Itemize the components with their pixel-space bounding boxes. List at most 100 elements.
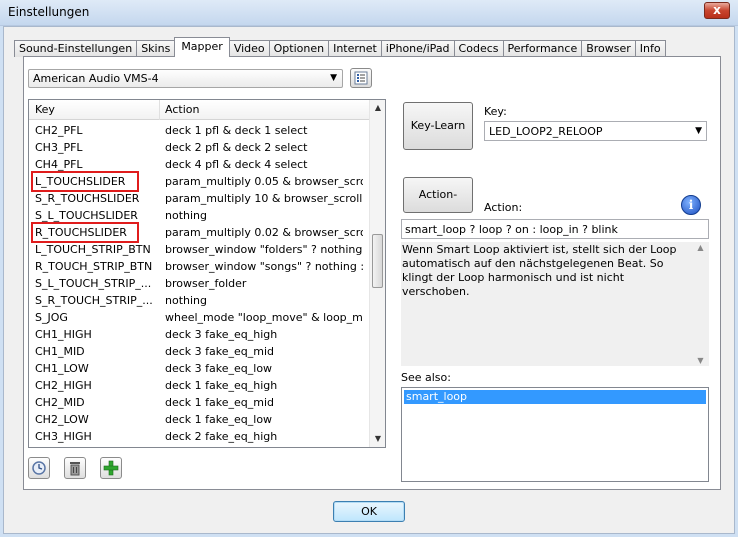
tab-optionen[interactable]: Optionen [268,40,330,57]
title-bar: Einstellungen x [0,0,738,26]
row-key: S_L_TOUCHSLIDER [35,209,138,222]
table-row[interactable]: S_R_TOUCH_STRIP_... nothing [29,292,371,309]
column-header-key[interactable]: Key [35,103,55,116]
reset-mapping-button[interactable] [28,457,50,479]
action-label: Action: [484,201,523,214]
tab-strip: Sound-Einstellungen Skins Mapper Video O… [14,37,666,57]
table-row[interactable]: R_TOUCH_STRIP_BTN browser_window "songs" … [29,258,371,275]
info-icon[interactable]: i [681,195,701,215]
action-input-value: smart_loop ? loop ? on : loop_in ? blink [405,223,618,236]
scrollbar-thumb[interactable] [372,234,383,288]
row-key: S_R_TOUCHSLIDER [35,192,140,205]
device-options-button[interactable] [350,68,372,88]
table-row[interactable]: S_R_TOUCHSLIDER param_multiply 10 & brows… [29,190,371,207]
scroll-down-icon[interactable]: ▼ [370,431,385,447]
tab-video[interactable]: Video [228,40,270,57]
mapping-table[interactable]: Key Action CH2_PFL deck 1 pfl & deck 1 se… [28,99,386,448]
description-scrollbar[interactable]: ▲ ▼ [693,243,708,365]
device-select[interactable]: American Audio VMS-4 ▼ [28,69,343,88]
tab-performance[interactable]: Performance [502,40,583,57]
see-also-label: See also: [401,371,451,384]
row-action: deck 3 fake_eq_low [165,362,273,375]
row-action: browser_folder [165,277,247,290]
table-row[interactable]: CH3_PFL deck 2 pfl & deck 2 select [29,139,371,156]
table-row[interactable]: CH2_PFL deck 1 pfl & deck 1 select [29,122,371,139]
table-row[interactable]: CH2_LOW deck 1 fake_eq_low [29,411,371,428]
scroll-up-icon[interactable]: ▲ [693,243,708,252]
row-action: deck 4 pfl & deck 4 select [165,158,308,171]
table-row[interactable]: L_TOUCH_STRIP_BTN browser_window "folders… [29,241,371,258]
table-row[interactable]: CH2_MID deck 1 fake_eq_mid [29,394,371,411]
row-action: deck 1 fake_eq_high [165,379,278,392]
row-key: CH2_HIGH [35,379,92,392]
table-row[interactable]: R_TOUCHSLIDER param_multiply 0.02 & brows… [29,222,371,243]
row-key: CH4_PFL [35,158,83,171]
tab-mapper[interactable]: Mapper [174,37,230,57]
plus-icon [103,460,119,476]
row-action: browser_window "songs" ? nothing : br... [165,260,363,273]
action-input[interactable]: smart_loop ? loop ? on : loop_in ? blink [401,219,709,239]
highlight-box [31,222,139,243]
chevron-down-icon: ▼ [330,73,337,83]
ok-button[interactable]: OK [333,501,405,522]
row-action: param_multiply 10 & browser_scroll [165,192,363,205]
tab-internet[interactable]: Internet [328,40,382,57]
table-scrollbar[interactable]: ▲ ▼ [369,100,385,447]
row-action: nothing [165,209,207,222]
action-learn-button[interactable]: Action-Learn [403,177,473,235]
row-key: CH1_HIGH [35,328,92,341]
tab-iphone-ipad[interactable]: iPhone/iPad [380,40,455,57]
row-action: param_multiply 0.05 & browser_scroll [165,175,363,188]
row-key: CH2_LOW [35,413,89,426]
row-key: CH1_MID [35,345,85,358]
tab-skins[interactable]: Skins [136,40,176,57]
row-action: wheel_mode "loop_move" & loop_move [165,311,363,324]
key-label: Key: [484,105,507,118]
table-row[interactable]: S_JOG wheel_mode "loop_move" & loop_move [29,309,371,326]
window-title: Einstellungen [8,5,90,19]
close-button[interactable]: x [704,2,730,19]
table-row[interactable]: L_TOUCHSLIDER param_multiply 0.05 & brows… [29,171,371,192]
row-action: deck 1 pfl & deck 1 select [165,124,308,137]
trash-icon [70,462,80,476]
row-action: deck 3 fake_eq_high [165,328,278,341]
chevron-down-icon: ▼ [695,126,702,136]
table-row[interactable]: CH1_LOW deck 3 fake_eq_low [29,360,371,377]
row-key: CH3_PFL [35,141,83,154]
see-also-list[interactable]: smart_loop [401,387,709,482]
description-text: Wenn Smart Loop aktiviert ist, stellt si… [402,243,677,298]
row-action: deck 3 fake_eq_mid [165,345,275,358]
table-row[interactable]: CH3_HIGH deck 2 fake_eq_high [29,428,371,445]
row-key: CH3_HIGH [35,430,92,443]
scroll-down-icon[interactable]: ▼ [693,356,708,365]
key-learn-button[interactable]: Key-Learn [403,102,473,150]
device-select-value: American Audio VMS-4 [33,72,159,85]
row-key: CH2_PFL [35,124,83,137]
table-row[interactable]: CH1_HIGH deck 3 fake_eq_high [29,326,371,343]
key-select-value: LED_LOOP2_RELOOP [489,125,603,138]
row-key: CH2_MID [35,396,85,409]
add-mapping-button[interactable] [100,457,122,479]
row-key: R_TOUCH_STRIP_BTN [35,260,153,273]
list-item[interactable]: smart_loop [404,390,706,404]
delete-mapping-button[interactable] [64,457,86,479]
row-action: deck 2 pfl & deck 2 select [165,141,308,154]
row-key: CH1_LOW [35,362,89,375]
table-row[interactable]: S_L_TOUCH_STRIP_... browser_folder [29,275,371,292]
tab-codecs[interactable]: Codecs [453,40,504,57]
scroll-up-icon[interactable]: ▲ [370,100,385,116]
key-select[interactable]: LED_LOOP2_RELOOP ▼ [484,121,707,141]
row-action: deck 1 fake_eq_mid [165,396,275,409]
column-header-action[interactable]: Action [165,103,199,116]
table-row[interactable]: CH2_HIGH deck 1 fake_eq_high [29,377,371,394]
tab-browser[interactable]: Browser [581,40,636,57]
list-settings-icon [354,71,368,85]
action-description: Wenn Smart Loop aktiviert ist, stellt si… [401,242,709,366]
table-body: CH2_PFL deck 1 pfl & deck 1 select CH3_PF… [29,122,371,445]
row-action: deck 2 fake_eq_high [165,430,278,443]
row-action: nothing [165,294,207,307]
tab-info[interactable]: Info [634,40,666,57]
highlight-box [31,171,139,192]
tab-sound-einstellungen[interactable]: Sound-Einstellungen [14,40,138,57]
table-row[interactable]: CH1_MID deck 3 fake_eq_mid [29,343,371,360]
